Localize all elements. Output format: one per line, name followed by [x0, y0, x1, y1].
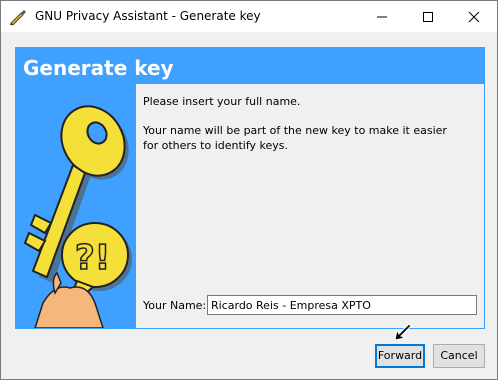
- explanation-line-2: for others to identify keys.: [143, 139, 289, 152]
- svg-text:?!: ?!: [75, 238, 110, 278]
- dialog-window: GNU Privacy Assistant - Generate key Gen…: [0, 0, 498, 380]
- cancel-button-label: Cancel: [440, 349, 478, 362]
- arrow-cursor-icon: [394, 323, 412, 341]
- maximize-icon: [423, 12, 433, 22]
- page-title: Generate key: [23, 56, 174, 80]
- close-button[interactable]: [451, 1, 497, 32]
- cancel-button[interactable]: Cancel: [433, 344, 485, 368]
- window-title: GNU Privacy Assistant - Generate key: [35, 9, 261, 23]
- minimize-button[interactable]: [359, 1, 405, 32]
- maximize-button[interactable]: [405, 1, 451, 32]
- pen-icon: [10, 10, 26, 26]
- title-bar[interactable]: GNU Privacy Assistant - Generate key: [1, 1, 497, 32]
- your-name-label: Your Name:: [143, 299, 207, 312]
- instruction-text: Please insert your full name.: [143, 95, 301, 108]
- close-icon: [468, 11, 480, 23]
- forward-button[interactable]: Forward: [375, 344, 425, 368]
- content-panel: Please insert your full name. Your name …: [136, 84, 484, 328]
- minimize-icon: [377, 16, 387, 18]
- forward-button-label: Forward: [377, 349, 423, 362]
- wizard-page: Generate key ?! Please insert your full …: [15, 47, 485, 329]
- your-name-input[interactable]: [207, 295, 477, 315]
- explanation-line-1: Your name will be part of the new key to…: [143, 124, 447, 137]
- key-question-icon: ?!: [23, 105, 132, 328]
